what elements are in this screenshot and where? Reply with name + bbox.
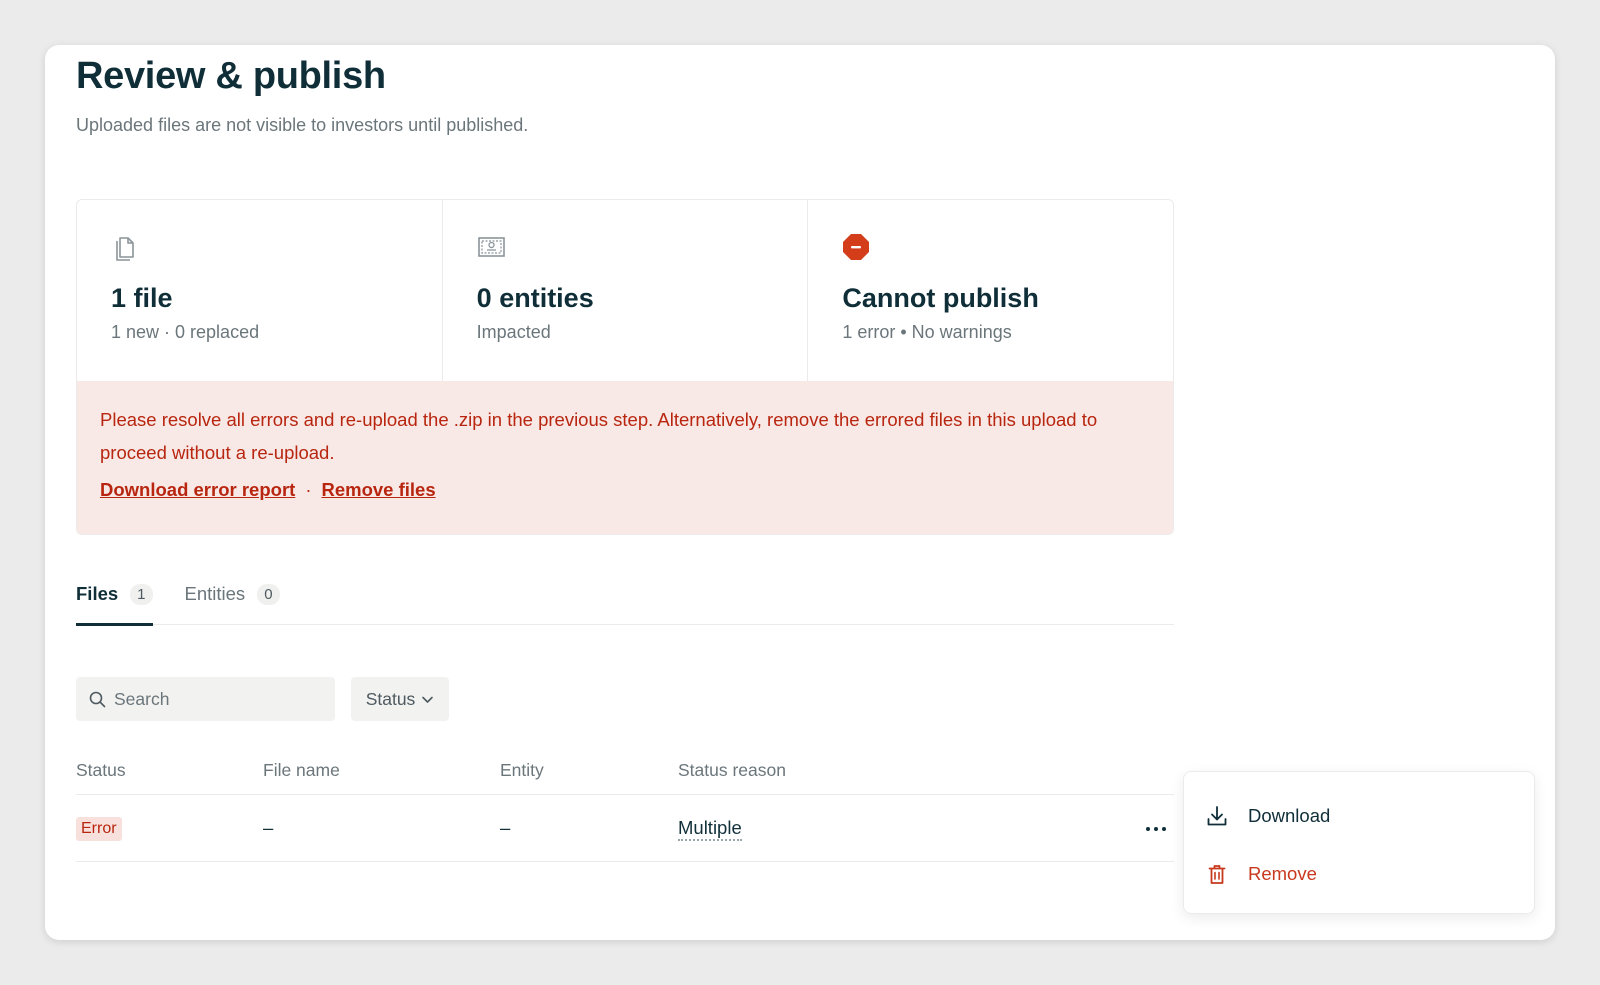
more-horizontal-icon [1146, 827, 1166, 831]
tab-entities[interactable]: Entities 0 [185, 577, 280, 625]
remove-files-link[interactable]: Remove files [321, 479, 435, 500]
status-reason-tooltip-trigger[interactable]: Multiple [678, 817, 742, 841]
files-icon [116, 237, 134, 261]
menu-item-remove[interactable]: Remove [1184, 845, 1534, 903]
stat-publish-status: Cannot publish 1 error • No warnings [808, 200, 1173, 381]
status-filter-label: Status [365, 688, 416, 709]
certificate-icon [477, 237, 505, 257]
page-subtitle: Uploaded files are not visible to invest… [76, 115, 529, 135]
files-count: 1 file [111, 283, 173, 313]
chevron-down-icon [422, 696, 434, 703]
menu-remove-label: Remove [1248, 863, 1317, 884]
column-status: Status [76, 760, 126, 780]
alert-actions: Download error report · Remove files [100, 479, 1150, 501]
table-row: Error – – Multiple [76, 795, 1174, 862]
column-entity: Entity [500, 760, 544, 780]
menu-item-download[interactable]: Download [1184, 787, 1534, 845]
search-field[interactable] [76, 677, 335, 721]
tab-files-count: 1 [130, 584, 153, 605]
page-title: Review & publish [76, 55, 386, 97]
summary-panel: 1 file 1 new · 0 replaced 0 entities Imp… [76, 199, 1174, 535]
trash-icon [1208, 865, 1226, 884]
column-file-name: File name [263, 760, 340, 780]
entities-count: 0 entities [476, 283, 594, 313]
tab-entities-count: 0 [257, 584, 280, 605]
search-input[interactable] [114, 688, 314, 710]
files-breakdown: 1 new · 0 replaced [111, 322, 260, 342]
stat-files: 1 file 1 new · 0 replaced [77, 200, 443, 381]
column-status-reason: Status reason [678, 760, 786, 780]
search-icon [89, 691, 106, 707]
menu-download-label: Download [1248, 805, 1331, 826]
status-filter-dropdown[interactable]: Status [351, 677, 449, 721]
alert-message: Please resolve all errors and re-upload … [100, 409, 1098, 463]
cell-entity: – [500, 817, 511, 838]
tab-files-label: Files [76, 583, 119, 604]
entities-label: Impacted [476, 322, 551, 342]
files-table: Status File name Entity Status reason Er… [76, 747, 1174, 862]
publish-issues: 1 error • No warnings [842, 322, 1012, 342]
download-icon [1207, 806, 1227, 826]
status-badge: Error [76, 816, 122, 841]
table-header: Status File name Entity Status reason [76, 747, 1174, 795]
tab-bar: Files 1 Entities 0 [76, 577, 1174, 626]
row-actions-menu: Download Remove [1183, 771, 1535, 914]
download-error-report-link[interactable]: Download error report [100, 479, 295, 500]
stat-entities: 0 entities Impacted [443, 200, 809, 381]
stats-row: 1 file 1 new · 0 replaced 0 entities Imp… [77, 200, 1173, 381]
tab-entities-label: Entities [184, 583, 246, 604]
publish-status: Cannot publish [842, 283, 1039, 313]
error-alert: Please resolve all errors and re-upload … [77, 381, 1173, 534]
link-separator: · [305, 479, 312, 500]
cell-file-name: – [263, 817, 274, 838]
stop-error-icon [843, 234, 870, 260]
tab-files[interactable]: Files 1 [76, 577, 153, 626]
row-actions-button[interactable] [1138, 812, 1174, 846]
